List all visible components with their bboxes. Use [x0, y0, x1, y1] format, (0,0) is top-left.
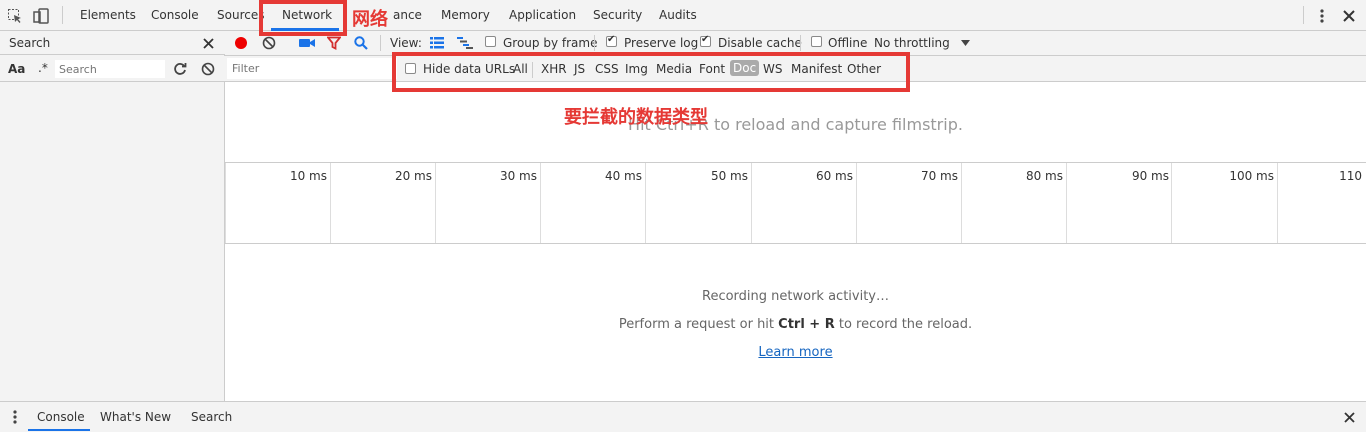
throttling-select[interactable]: No throttling	[874, 36, 950, 50]
search-sidebar-header: Search	[0, 31, 225, 55]
timeline-gridline	[1171, 163, 1172, 243]
timeline-label: 30 ms	[499, 169, 537, 183]
filmstrip-hint: Hit Ctrl+R to reload and capture filmstr…	[628, 115, 963, 134]
tab-elements[interactable]: Elements	[80, 8, 136, 22]
perform-suffix: to record the reload.	[834, 317, 973, 332]
timeline-gridline	[961, 163, 962, 243]
clear-log-icon[interactable]	[261, 35, 277, 51]
more-options-icon[interactable]	[1314, 7, 1330, 25]
tab-divider	[1303, 6, 1304, 24]
timeline-label: 70 ms	[920, 169, 958, 183]
timeline-gridline	[856, 163, 857, 243]
timeline-label: 60 ms	[815, 169, 853, 183]
chevron-down-icon[interactable]	[958, 36, 972, 50]
perform-keys: Ctrl + R	[778, 317, 835, 332]
tab-security[interactable]: Security	[593, 8, 642, 22]
group-by-frame-label: Group by frame	[503, 36, 598, 50]
tab-audits[interactable]: Audits	[659, 8, 697, 22]
filter-input[interactable]	[227, 58, 397, 79]
drawer-tab-console[interactable]: Console	[37, 410, 85, 424]
toolbar-separator	[594, 35, 595, 51]
timeline-label: 100 ms	[1229, 169, 1274, 183]
preserve-log-checkbox[interactable]	[606, 34, 617, 47]
close-drawer-icon[interactable]	[1342, 410, 1356, 424]
timeline-overview: 10 ms 20 ms 30 ms 40 ms 50 ms 60 ms 70 m…	[225, 162, 1366, 244]
bottom-drawer: Console What's New Search	[0, 401, 1366, 432]
search-icon[interactable]	[353, 35, 369, 51]
tab-application[interactable]: Application	[509, 8, 576, 22]
tab-divider	[62, 6, 63, 24]
tab-memory[interactable]: Memory	[441, 8, 490, 22]
search-input[interactable]	[55, 60, 165, 78]
close-devtools-icon[interactable]	[1340, 7, 1358, 25]
devtools-tab-bar: Elements Console Sources Network ance Me…	[0, 0, 1366, 31]
preserve-log-label: Preserve log	[624, 36, 699, 50]
toolbar-separator	[800, 35, 801, 51]
timeline-label: 10 ms	[289, 169, 327, 183]
timeline-gridline	[225, 163, 226, 243]
clear-icon[interactable]	[200, 61, 216, 77]
recording-status: Recording network activity…	[702, 289, 889, 304]
view-label: View:	[390, 36, 422, 50]
search-options-row: Aa .*	[0, 56, 225, 82]
group-by-frame-checkbox[interactable]	[485, 36, 496, 47]
timeline-gridline	[540, 163, 541, 243]
disable-cache-checkbox[interactable]	[700, 34, 711, 47]
perform-request-hint: Perform a request or hit Ctrl + R to rec…	[225, 317, 1366, 332]
timeline-label: 90 ms	[1131, 169, 1169, 183]
drawer-tab-search[interactable]: Search	[191, 410, 232, 424]
drawer-menu-icon[interactable]	[9, 409, 21, 425]
refresh-icon[interactable]	[172, 61, 188, 77]
filter-types-highlight	[392, 52, 910, 92]
network-annotation-label: 网络	[352, 9, 388, 30]
record-icon[interactable]	[233, 35, 249, 51]
learn-more-link[interactable]: Learn more	[758, 345, 832, 360]
timeline-label: 80 ms	[1025, 169, 1063, 183]
timeline-label: 50 ms	[710, 169, 748, 183]
match-case-button[interactable]: Aa	[8, 62, 25, 76]
overview-waterfall-icon[interactable]	[456, 35, 474, 51]
inspect-element-icon[interactable]	[6, 7, 24, 25]
timeline-label: 20 ms	[394, 169, 432, 183]
timeline-gridline	[645, 163, 646, 243]
tab-console[interactable]: Console	[151, 8, 199, 22]
filter-icon[interactable]	[326, 35, 342, 51]
perform-prefix: Perform a request or hit	[618, 317, 779, 332]
filter-annotation-label: 要拦截的数据类型	[564, 107, 708, 128]
timeline-gridline	[1066, 163, 1067, 243]
timeline-label: 110	[1339, 169, 1362, 183]
network-tab-highlight	[259, 0, 347, 36]
close-icon[interactable]	[200, 35, 216, 51]
tab-sources[interactable]: Sources	[217, 8, 264, 22]
search-sidebar-title: Search	[9, 36, 51, 50]
timeline-label: 40 ms	[604, 169, 642, 183]
offline-label: Offline	[828, 36, 868, 50]
tab-performance[interactable]: ance	[393, 8, 422, 22]
timeline-gridline	[751, 163, 752, 243]
large-rows-icon[interactable]	[429, 35, 445, 51]
drawer-active-indicator	[28, 429, 90, 431]
device-toolbar-icon[interactable]	[32, 7, 50, 25]
regex-button[interactable]: .*	[38, 61, 48, 75]
toolbar-separator	[380, 35, 381, 51]
timeline-gridline	[330, 163, 331, 243]
disable-cache-label: Disable cache	[718, 36, 802, 50]
offline-checkbox[interactable]	[811, 36, 822, 47]
timeline-gridline	[435, 163, 436, 243]
search-sidebar	[0, 31, 225, 401]
drawer-tab-whats-new[interactable]: What's New	[100, 410, 171, 424]
capture-screenshots-icon[interactable]	[298, 35, 316, 51]
